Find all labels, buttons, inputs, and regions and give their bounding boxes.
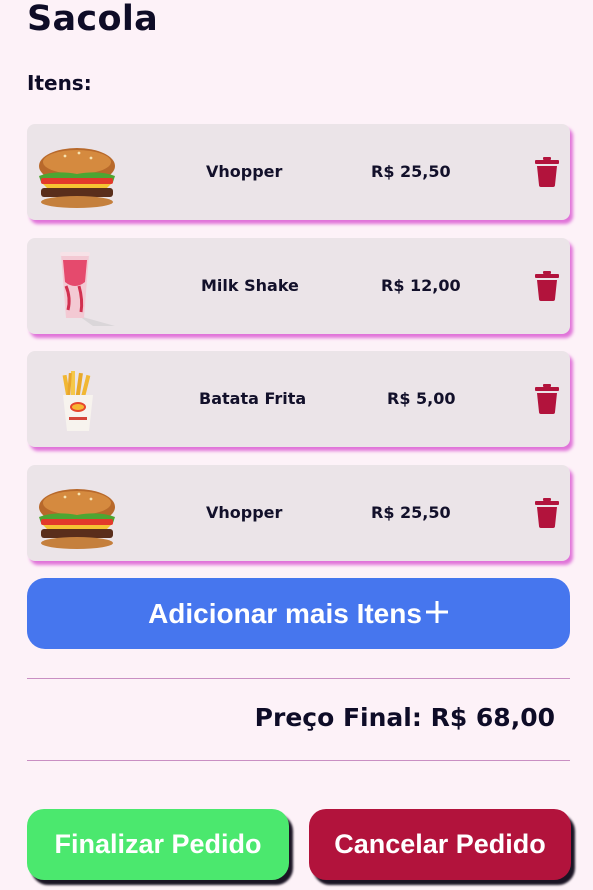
finish-order-button[interactable]: Finalizar Pedido — [27, 809, 289, 880]
item-price: R$ 25,50 — [371, 503, 451, 522]
cart-item: Batata Frita R$ 5,00 — [27, 351, 570, 447]
item-name: Vhopper — [206, 503, 283, 522]
item-price: R$ 12,00 — [381, 276, 461, 295]
cart-item: Vhopper R$ 25,50 — [27, 465, 570, 561]
final-price: Preço Final: R$ 68,00 — [254, 703, 555, 732]
cart-item: Vhopper R$ 25,50 — [27, 124, 570, 220]
item-name: Milk Shake — [201, 276, 299, 295]
trash-icon[interactable] — [534, 157, 560, 187]
add-more-items-button[interactable]: Adicionar mais Itens — [27, 578, 570, 649]
item-price: R$ 5,00 — [387, 389, 456, 408]
item-name: Vhopper — [206, 162, 283, 181]
add-more-label: Adicionar mais Itens — [148, 597, 422, 629]
item-name: Batata Frita — [199, 389, 307, 408]
item-price: R$ 25,50 — [371, 162, 451, 181]
plus-icon — [425, 600, 448, 623]
burger-icon — [39, 148, 115, 208]
divider — [27, 760, 570, 761]
divider — [27, 678, 570, 679]
items-heading: Itens: — [27, 71, 92, 95]
milkshake-icon — [60, 252, 115, 326]
cart-item: Milk Shake R$ 12,00 — [27, 238, 570, 334]
cancel-order-button[interactable]: Cancelar Pedido — [309, 809, 571, 880]
burger-icon — [39, 489, 115, 549]
trash-icon[interactable] — [534, 271, 560, 301]
trash-icon[interactable] — [534, 384, 560, 414]
fries-icon — [62, 371, 93, 431]
page-title: Sacola — [27, 0, 159, 39]
trash-icon[interactable] — [534, 498, 560, 528]
